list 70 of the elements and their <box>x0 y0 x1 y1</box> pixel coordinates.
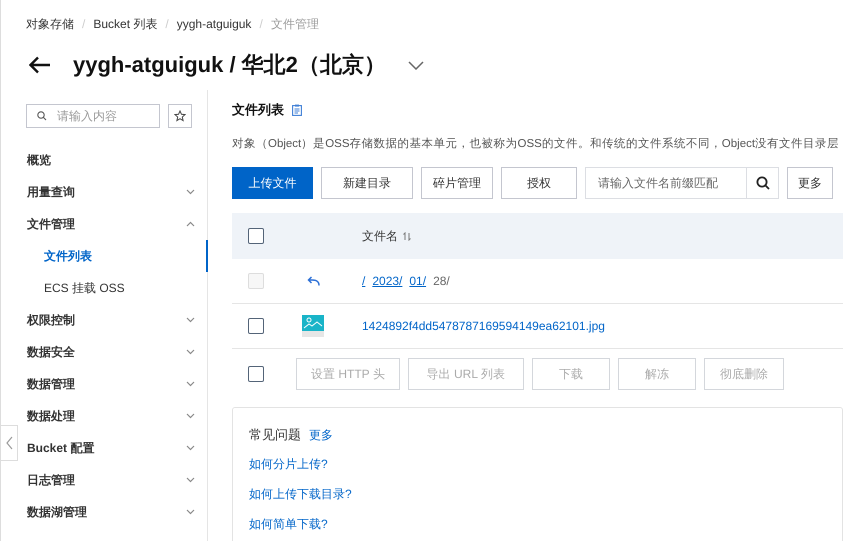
breadcrumb-separator: / <box>259 17 263 31</box>
sidebar-item-label: 用量查询 <box>27 184 75 200</box>
sidebar-item[interactable]: 数据管理 <box>27 368 195 400</box>
sidebar-item-label: Bucket 配置 <box>27 440 94 456</box>
chevron-left-icon <box>6 436 12 450</box>
sidebar-item-label: 文件管理 <box>27 216 75 232</box>
sidebar-item[interactable]: 数据安全 <box>27 336 195 368</box>
search-icon <box>756 176 770 190</box>
back-arrow-icon[interactable] <box>29 56 51 74</box>
toolbar-button[interactable]: 上传文件 <box>232 167 313 199</box>
sidebar-item[interactable]: 用量查询 <box>27 176 195 208</box>
description-text: 对象（Object）是OSS存储数据的基本单元，也被称为OSS的文件。和传统的文件系统不同，Object没有文件目录层 <box>232 136 840 151</box>
star-button[interactable] <box>168 104 192 128</box>
sidebar-item[interactable]: 日志管理 <box>27 464 195 496</box>
breadcrumb-current: 文件管理 <box>270 16 319 32</box>
sidebar-item[interactable]: 数据处理 <box>27 400 195 432</box>
sidebar-item[interactable]: 权限控制 <box>27 304 195 336</box>
file-search-field[interactable]: 请输入文件名前缀匹配 <box>585 167 779 199</box>
section-title: 文件列表 <box>232 101 284 119</box>
checkbox[interactable] <box>248 366 264 382</box>
sidebar-item-label: 数据安全 <box>27 344 75 360</box>
clipboard-icon[interactable] <box>292 104 302 116</box>
sidebar-item[interactable]: 概览 <box>27 144 195 176</box>
chevron-down-icon <box>186 477 195 483</box>
breadcrumb-link[interactable]: Bucket 列表 <box>93 16 158 32</box>
more-link[interactable]: 更多 <box>309 427 333 444</box>
checkbox[interactable] <box>248 318 264 334</box>
faq-link[interactable]: 如何上传下载目录? <box>249 486 352 503</box>
chevron-down-icon <box>186 317 195 323</box>
toolbar-button[interactable]: 新建目录 <box>321 167 413 199</box>
more-search-button[interactable]: 更多 <box>787 167 833 199</box>
chevron-up-icon <box>186 221 195 227</box>
file-name-link[interactable]: 1424892f4dd5478787169594149ea62101.jpg <box>362 319 605 333</box>
bucket-title: yygh-atguiguk / 华北2（北京） <box>73 51 386 79</box>
sidebar-item-label: 数据处理 <box>27 408 75 424</box>
chevron-down-icon <box>186 445 195 451</box>
chevron-down-icon[interactable] <box>408 60 424 70</box>
sidebar-subitem[interactable]: ECS 挂载 OSS <box>1 272 208 304</box>
sidebar-item-label: 概览 <box>27 152 51 168</box>
sidebar-item-label: 数据湖管理 <box>27 504 87 520</box>
sidebar-search-field[interactable]: 请输入内容 <box>26 104 160 128</box>
column-header: 文件名 <box>362 228 398 244</box>
faq-title: 常见问题 <box>249 426 301 444</box>
faq-link[interactable]: 如何简单下载? <box>249 516 328 533</box>
sort-icon[interactable] <box>403 232 411 240</box>
chevron-down-icon <box>186 381 195 387</box>
chevron-down-icon <box>186 349 195 355</box>
sidebar-item-label: 权限控制 <box>27 312 75 328</box>
chevron-down-icon <box>186 413 195 419</box>
chevron-down-icon <box>186 509 195 515</box>
sidebar-item[interactable]: Bucket 配置 <box>27 432 195 464</box>
sidebar-item-label: 日志管理 <box>27 472 75 488</box>
sidebar-subitem[interactable]: 文件列表 <box>1 240 208 272</box>
breadcrumb-link[interactable]: 对象存储 <box>26 16 74 32</box>
sidebar-item[interactable]: 文件管理 <box>27 208 195 240</box>
breadcrumb-separator: / <box>82 17 86 31</box>
chevron-down-icon <box>186 189 195 195</box>
current-folder-label: 28/ <box>433 274 450 288</box>
return-arrow-icon[interactable] <box>306 276 320 286</box>
sidebar-item-label: 数据管理 <box>27 376 75 392</box>
star-icon <box>174 110 186 122</box>
faq-link[interactable]: 如何分片上传? <box>249 456 328 473</box>
image-file-icon <box>302 315 324 337</box>
toolbar-button[interactable]: 碎片管理 <box>421 167 493 199</box>
breadcrumb-separator: / <box>165 17 169 31</box>
sidebar-item[interactable]: 数据湖管理 <box>27 496 195 528</box>
toolbar-button[interactable]: 授权 <box>501 167 577 199</box>
checkbox[interactable] <box>248 228 264 244</box>
search-icon <box>37 111 47 121</box>
breadcrumb-link[interactable]: yygh-atguiguk <box>176 17 252 31</box>
